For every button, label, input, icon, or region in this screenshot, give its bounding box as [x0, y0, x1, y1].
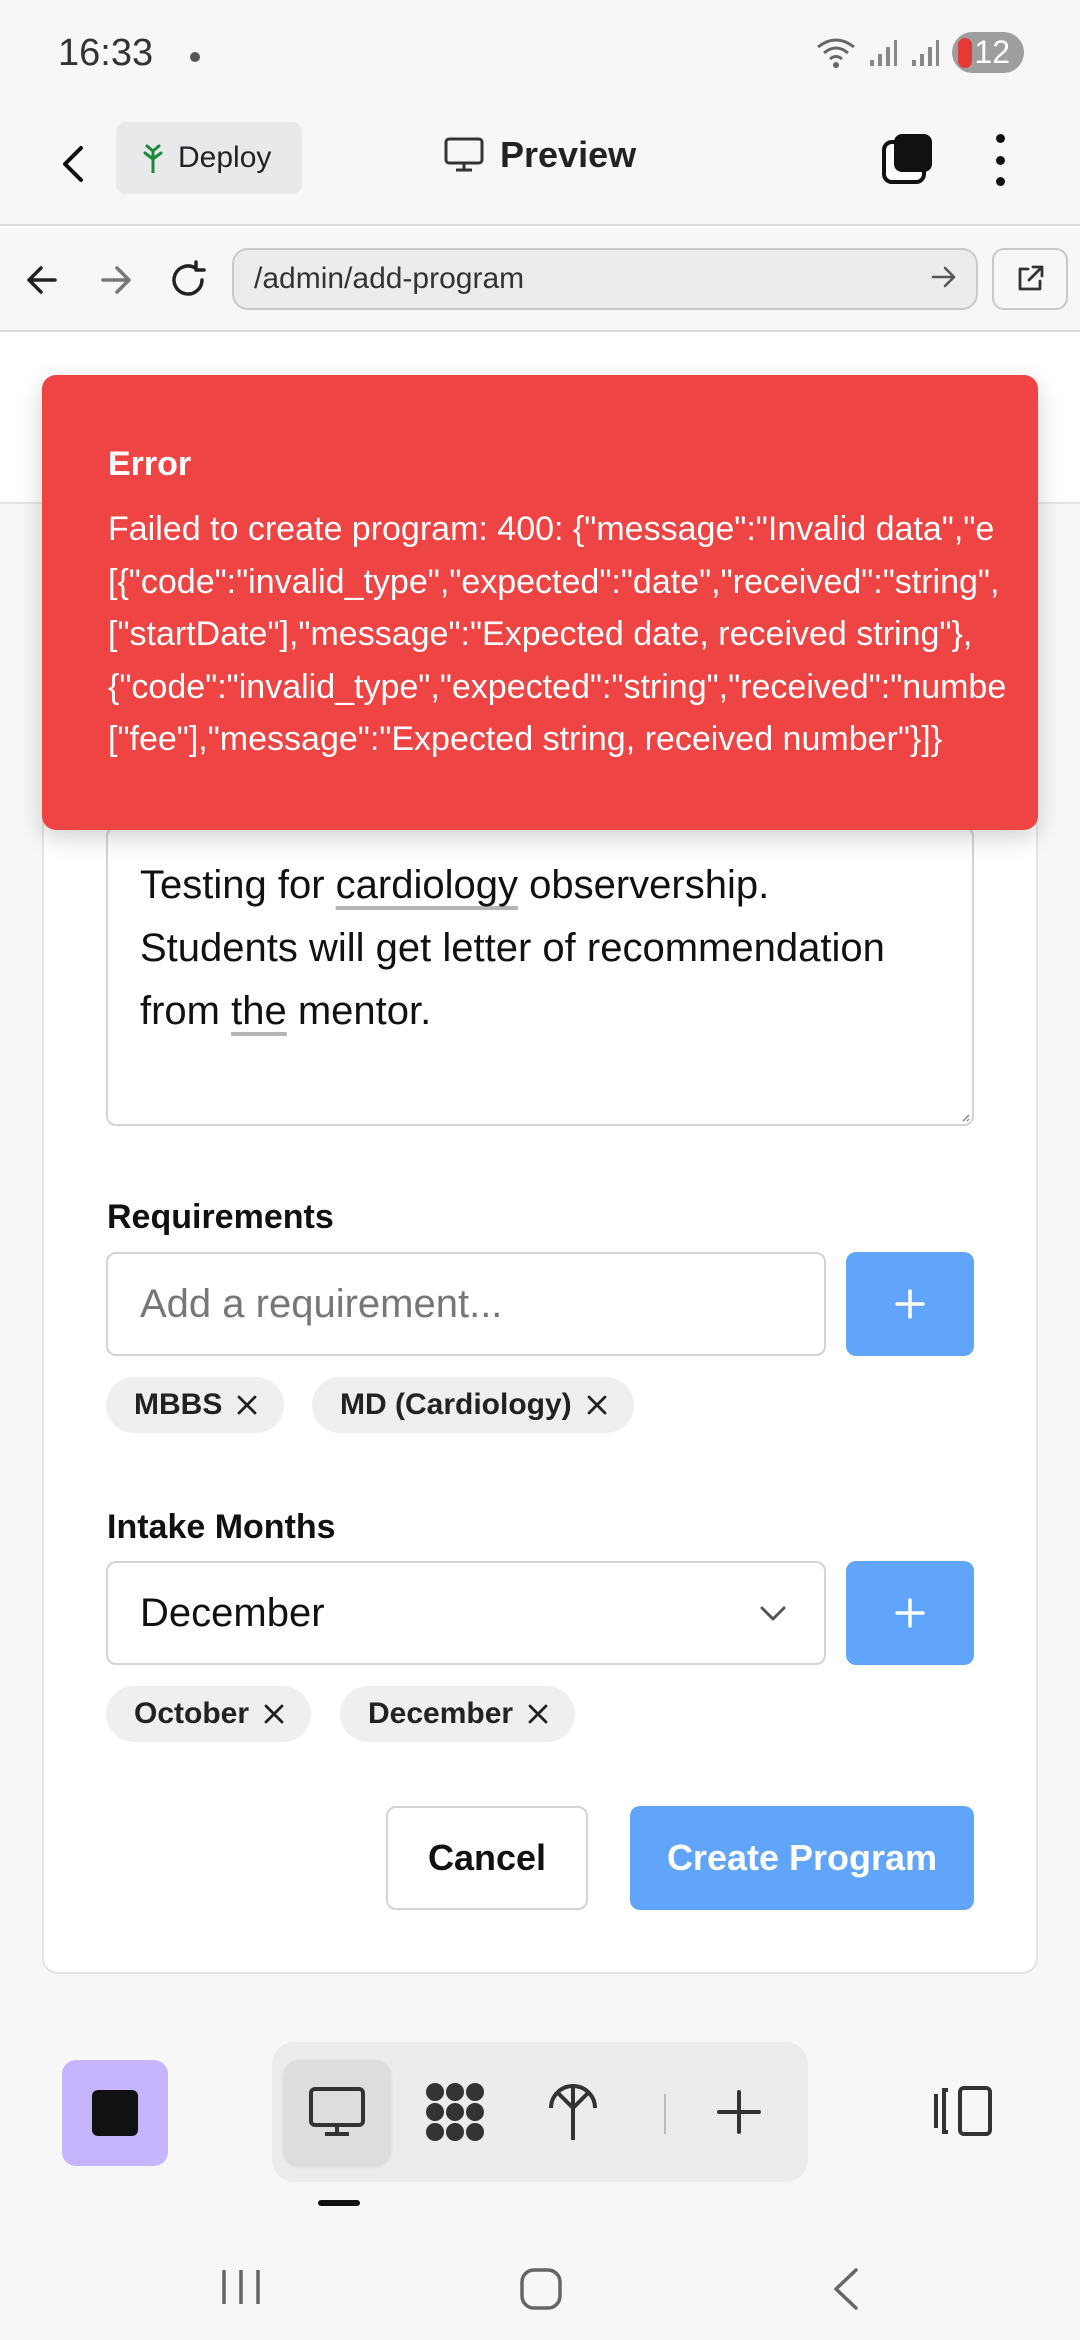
deploy-tree-icon	[143, 144, 163, 173]
selected-month: December	[140, 1590, 325, 1635]
deploy-button[interactable]: Deploy	[116, 122, 302, 194]
chip-label: MBBS	[134, 1388, 223, 1421]
chevron-down-icon	[760, 1606, 786, 1621]
requirement-chip: MBBS	[106, 1377, 285, 1433]
close-icon[interactable]	[236, 1394, 258, 1416]
month-chip: December	[340, 1686, 576, 1742]
status-time: 16:33	[58, 32, 154, 74]
url-text: /admin/add-program	[254, 262, 525, 295]
description-text: Students will get letter of recommendati…	[140, 926, 885, 970]
add-requirement-button[interactable]	[846, 1252, 974, 1356]
plus-icon	[717, 2090, 761, 2134]
error-title: Error	[108, 445, 192, 483]
tabs-icon[interactable]	[880, 130, 936, 186]
deploy-tool-button[interactable]	[520, 2060, 626, 2164]
monitor-icon	[309, 2087, 365, 2136]
requirement-placeholder: Add a requirement...	[140, 1281, 503, 1326]
dots-grid-icon	[426, 2083, 484, 2141]
description-textarea[interactable]: Testing for cardiology observership. Stu…	[106, 826, 974, 1126]
notification-count-badge: 12	[952, 32, 1024, 73]
more-options-icon[interactable]	[980, 130, 1020, 190]
error-message: Failed to create program: 400: {"message…	[108, 503, 1038, 766]
close-icon[interactable]	[527, 1703, 549, 1725]
active-tool-indicator	[318, 2200, 360, 2206]
preview-title: Preview	[444, 134, 636, 176]
preview-tool-button[interactable]	[284, 2060, 390, 2164]
month-chip: October	[106, 1686, 312, 1742]
deploy-label: Deploy	[178, 141, 272, 174]
arrow-left-icon	[27, 266, 57, 294]
arrow-right-icon	[101, 266, 131, 294]
description-text: mentor.	[286, 989, 432, 1033]
workspace-tool-button[interactable]	[402, 2060, 508, 2164]
requirements-label: Requirements	[107, 1198, 334, 1236]
status-bar: 16:33 12	[0, 0, 1080, 110]
system-back-icon[interactable]	[828, 2266, 864, 2317]
stop-icon	[92, 2090, 138, 2136]
toolbar-divider	[664, 2094, 666, 2134]
signal-icon	[870, 39, 898, 66]
description-text: observership.	[517, 863, 770, 907]
home-icon[interactable]	[518, 2266, 564, 2317]
open-external-button[interactable]	[992, 248, 1068, 310]
error-message-line: ["fee"],"message":"Expected string, rece…	[108, 720, 943, 758]
intake-month-select[interactable]: December	[106, 1561, 826, 1665]
error-message-line: {"code":"invalid_type","expected":"strin…	[108, 667, 1007, 706]
description-text: cardiology	[335, 863, 518, 907]
reload-icon	[172, 260, 206, 296]
url-input[interactable]: /admin/add-program	[232, 248, 978, 310]
add-month-button[interactable]	[846, 1561, 974, 1665]
stop-button[interactable]	[62, 2060, 168, 2166]
description-text: Testing for	[140, 863, 336, 907]
back-button[interactable]	[44, 134, 104, 194]
deploy-tree-icon	[549, 2084, 597, 2140]
browser-bar: /admin/add-program	[0, 228, 1080, 332]
plus-icon	[895, 1289, 925, 1319]
requirement-input[interactable]: Add a requirement...	[106, 1252, 826, 1356]
requirement-chip: MD (Cardiology)	[312, 1377, 634, 1433]
chevron-left-icon	[63, 146, 83, 182]
recent-apps-icon[interactable]	[218, 2266, 264, 2313]
create-program-button[interactable]: Create Program	[630, 1806, 974, 1910]
browser-forward-button[interactable]	[88, 252, 144, 308]
tool-group	[272, 2042, 808, 2182]
reload-button[interactable]	[160, 252, 216, 308]
signal-icon	[912, 39, 940, 66]
intake-months-label: Intake Months	[107, 1508, 336, 1546]
new-tab-button[interactable]	[686, 2060, 792, 2164]
status-icons: 12	[816, 32, 1024, 73]
notification-dot	[190, 52, 200, 62]
error-message-line: ["startDate"],"message":"Expected date, …	[108, 615, 973, 653]
side-panel-icon[interactable]	[930, 2084, 994, 2138]
error-message-line: [{"code":"invalid_type","expected":"date…	[108, 562, 1000, 601]
browser-back-button[interactable]	[14, 252, 70, 308]
description-text: the	[231, 989, 287, 1033]
go-arrow-icon[interactable]	[930, 264, 958, 290]
monitor-icon	[444, 137, 484, 172]
resize-handle-icon[interactable]	[960, 1112, 970, 1122]
preview-label: Preview	[500, 134, 637, 175]
wifi-icon	[817, 38, 856, 68]
external-link-icon	[1018, 265, 1044, 291]
app-header: Deploy Preview	[0, 110, 1080, 226]
cancel-button[interactable]: Cancel	[386, 1806, 588, 1910]
system-navigation-bar	[0, 2240, 1080, 2340]
description-text: from	[140, 989, 232, 1033]
close-icon[interactable]	[263, 1703, 285, 1725]
chip-label: MD (Cardiology)	[340, 1388, 572, 1421]
error-message-line: Failed to create program: 400: {"message…	[108, 510, 995, 548]
close-icon[interactable]	[586, 1394, 608, 1416]
error-toast[interactable]: Error Failed to create program: 400: {"m…	[42, 375, 1038, 830]
plus-icon	[895, 1598, 925, 1628]
chip-label: October	[134, 1697, 250, 1730]
chip-label: December	[368, 1697, 514, 1730]
